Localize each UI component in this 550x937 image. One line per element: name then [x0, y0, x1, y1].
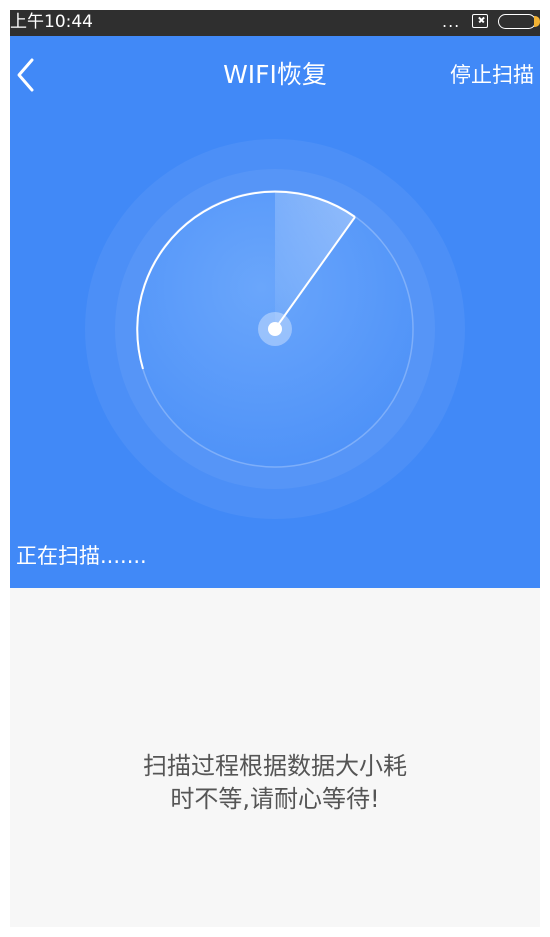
radar-center-dot: [268, 322, 282, 336]
scan-info-line-1: 扫描过程根据数据大小耗: [143, 752, 407, 780]
battery-icon: [498, 14, 536, 29]
radar-scanner: [85, 139, 465, 519]
overflow-dots-icon: ...: [442, 12, 461, 31]
scan-status-text: 正在扫描.......: [16, 544, 147, 568]
battery-charge-icon: [534, 16, 540, 27]
scan-header-panel: WIFI恢复 停止扫描 正在扫描.......: [10, 36, 540, 588]
sim-x-icon: [472, 14, 488, 28]
app-screen: 上午10:44 ... WIFI恢复 停止扫描 正在扫描....... 扫描过程…: [10, 10, 540, 927]
status-time: 上午10:44: [10, 12, 93, 32]
scan-info-message: 扫描过程根据数据大小耗 时不等,请耐心等待!: [10, 750, 540, 816]
scan-info-line-2: 时不等,请耐心等待!: [170, 785, 380, 813]
status-bar: 上午10:44 ...: [10, 10, 540, 36]
stop-scan-button[interactable]: 停止扫描: [450, 62, 534, 88]
